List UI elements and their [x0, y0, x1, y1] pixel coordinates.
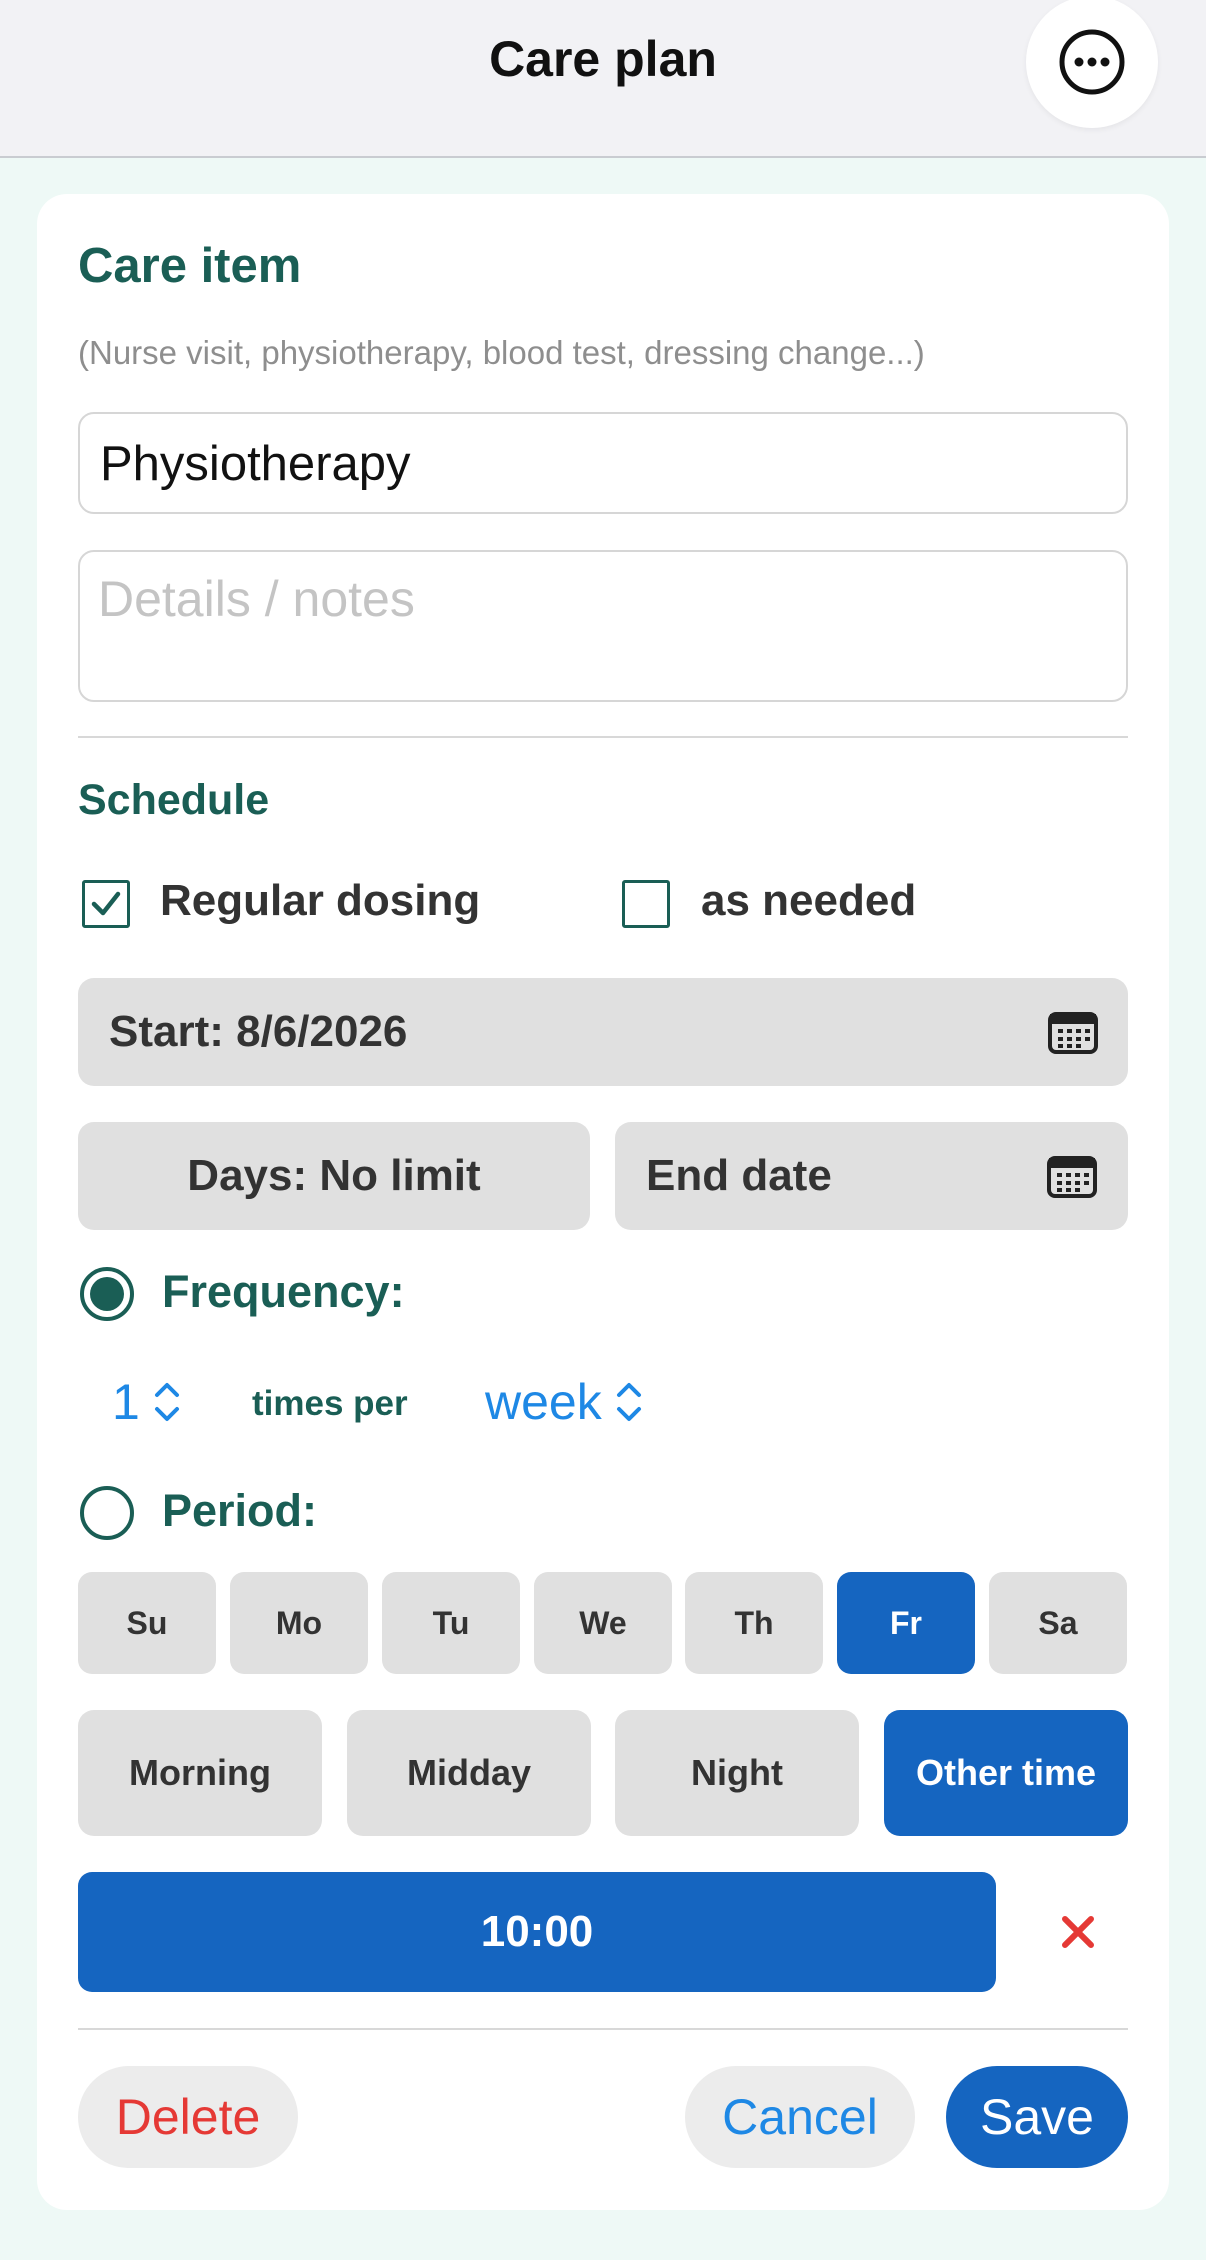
- ellipsis-circle-icon: [1059, 29, 1125, 95]
- close-icon[interactable]: [1060, 1914, 1096, 1950]
- cancel-button[interactable]: Cancel: [685, 2066, 915, 2168]
- days-limit-label: Days: No limit: [187, 1151, 481, 1200]
- regular-dosing-label[interactable]: Regular dosing: [160, 876, 480, 926]
- period-label[interactable]: Period:: [162, 1485, 317, 1537]
- time-other[interactable]: Other time: [884, 1710, 1128, 1836]
- chevron-up-down-icon: [616, 1383, 641, 1421]
- day-th[interactable]: Th: [685, 1572, 823, 1674]
- care-item-card: Care item (Nurse visit, physiotherapy, b…: [37, 194, 1169, 2210]
- day-fr[interactable]: Fr: [837, 1572, 975, 1674]
- notes-field[interactable]: Details / notes: [78, 550, 1128, 702]
- delete-button[interactable]: Delete: [78, 2066, 298, 2168]
- day-mo[interactable]: Mo: [230, 1572, 368, 1674]
- time-value-button[interactable]: 10:00: [78, 1872, 996, 1992]
- care-item-name-field[interactable]: Physiotherapy: [78, 412, 1128, 514]
- as-needed-label[interactable]: as needed: [701, 876, 916, 926]
- save-button[interactable]: Save: [946, 2066, 1128, 2168]
- more-options-button[interactable]: [1026, 0, 1158, 128]
- care-item-name-value: Physiotherapy: [100, 437, 411, 491]
- day-tu[interactable]: Tu: [382, 1572, 520, 1674]
- times-per-label: times per: [252, 1384, 408, 1423]
- frequency-count-value: 1: [112, 1374, 140, 1430]
- frequency-unit-picker[interactable]: week: [485, 1372, 644, 1432]
- time-midday[interactable]: Midday: [347, 1710, 591, 1836]
- day-su[interactable]: Su: [78, 1572, 216, 1674]
- frequency-radio[interactable]: [79, 1266, 135, 1322]
- time-night[interactable]: Night: [615, 1710, 859, 1836]
- calendar-icon: [1048, 1012, 1098, 1054]
- schedule-title: Schedule: [78, 776, 270, 824]
- start-date-label: Start: 8/6/2026: [109, 1007, 408, 1056]
- days-limit-button[interactable]: Days: No limit: [78, 1122, 590, 1230]
- frequency-label[interactable]: Frequency:: [162, 1266, 405, 1318]
- care-item-hint: (Nurse visit, physiotherapy, blood test,…: [78, 334, 925, 371]
- start-date-button[interactable]: Start: 8/6/2026: [78, 978, 1128, 1086]
- frequency-unit-value: week: [485, 1374, 602, 1430]
- care-item-title: Care item: [78, 239, 302, 293]
- section-divider: [78, 736, 1128, 738]
- end-date-label: End date: [646, 1151, 832, 1200]
- regular-dosing-checkbox[interactable]: [82, 880, 130, 928]
- notes-placeholder: Details / notes: [98, 571, 415, 627]
- period-radio[interactable]: [79, 1485, 135, 1541]
- day-we[interactable]: We: [534, 1572, 672, 1674]
- footer-divider: [78, 2028, 1128, 2030]
- time-morning[interactable]: Morning: [78, 1710, 322, 1836]
- as-needed-checkbox[interactable]: [622, 880, 670, 928]
- checkmark-icon: [91, 891, 121, 916]
- end-date-button[interactable]: End date: [615, 1122, 1128, 1230]
- nav-header: Care plan: [0, 0, 1206, 158]
- chevron-up-down-icon: [154, 1383, 179, 1421]
- calendar-icon: [1047, 1156, 1097, 1198]
- frequency-count-picker[interactable]: 1: [112, 1372, 182, 1432]
- day-sa[interactable]: Sa: [989, 1572, 1127, 1674]
